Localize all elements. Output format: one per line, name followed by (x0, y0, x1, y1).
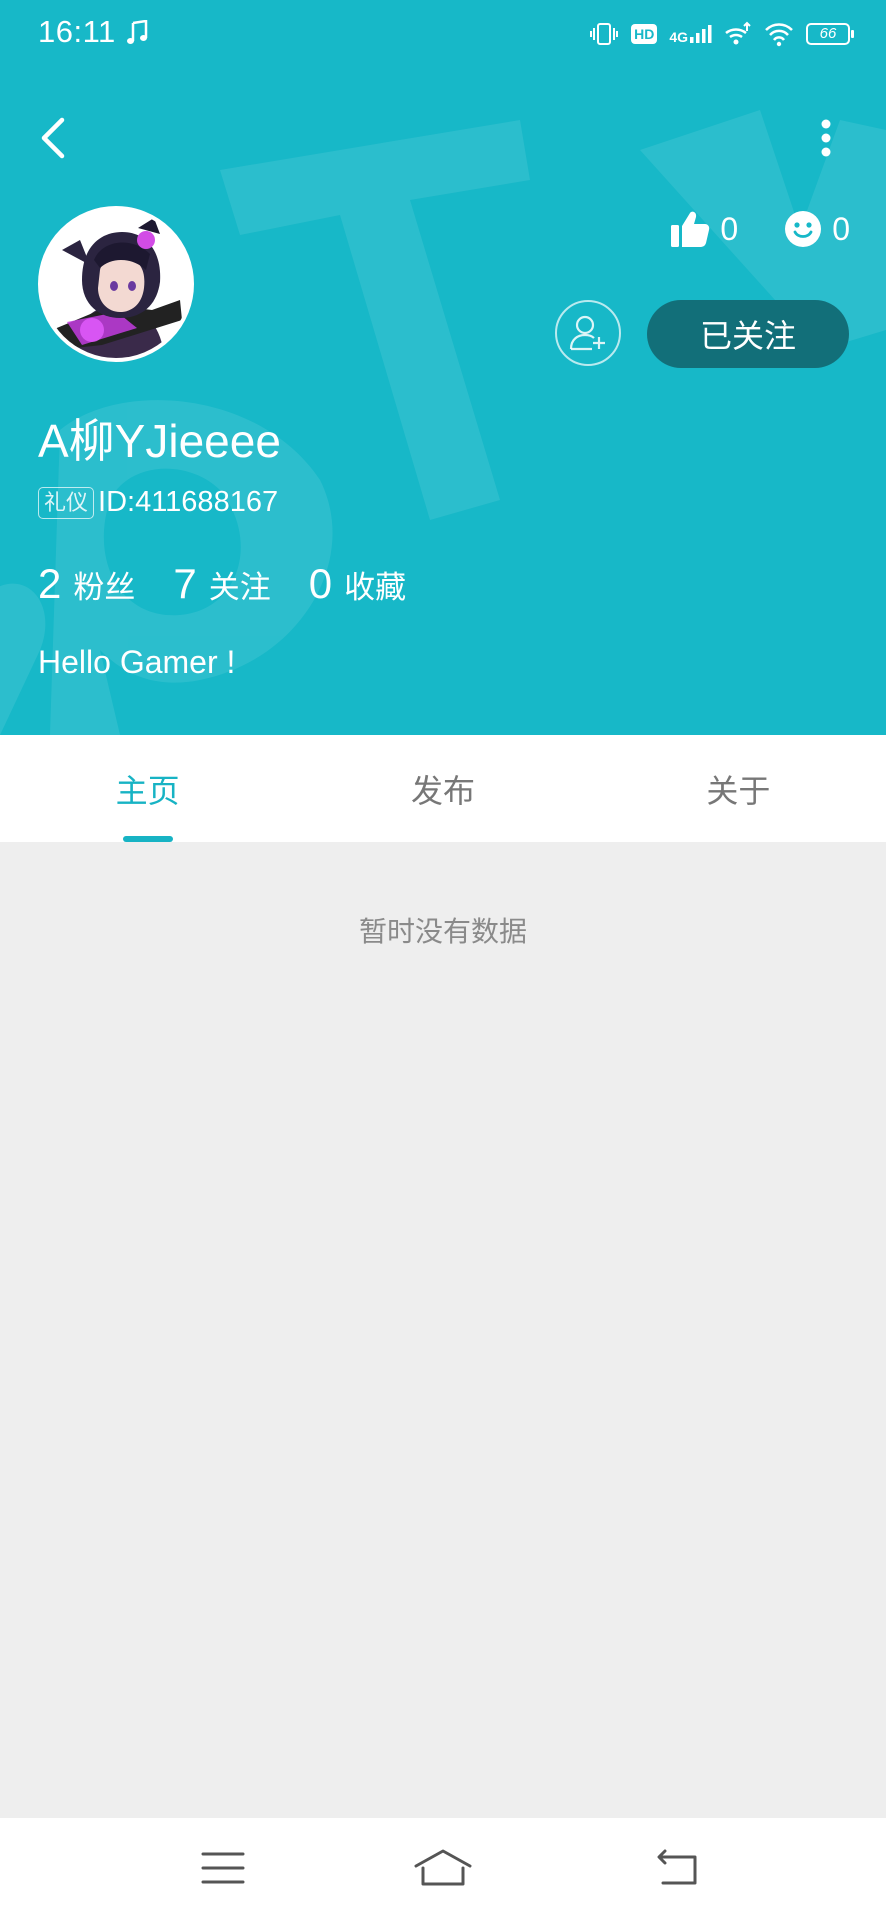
follow-button[interactable]: 已关注 (647, 300, 849, 368)
status-icons: HD 4G 66 (589, 16, 854, 52)
smiley-icon (785, 211, 822, 247)
favorites-count[interactable]: 0 (309, 560, 332, 608)
following-count[interactable]: 7 (173, 560, 196, 608)
username: A柳YJieeee (38, 415, 281, 467)
following-label[interactable]: 关注 (209, 562, 271, 607)
reaction-stat[interactable]: 0 (784, 210, 850, 248)
add-user-icon (569, 315, 605, 351)
thumbs-up-icon (671, 211, 710, 247)
active-tab-indicator (122, 836, 173, 842)
more-vertical-icon (821, 119, 831, 157)
avatar-image (42, 210, 190, 358)
like-stat[interactable]: 0 (670, 210, 738, 248)
network-type: 4G (669, 29, 688, 45)
reaction-stats: 0 0 (670, 210, 850, 248)
system-nav-bar (0, 1818, 886, 1920)
menu-icon (201, 1852, 245, 1884)
tab-about-label: 关于 (706, 772, 771, 809)
like-count: 0 (720, 210, 739, 247)
add-friend-button[interactable] (555, 300, 621, 366)
followers-label[interactable]: 粉丝 (73, 562, 135, 607)
tab-posts[interactable]: 发布 (295, 735, 590, 842)
profile-tabs: 主页 发布 关于 (0, 735, 886, 842)
battery-icon: 66 (806, 23, 854, 45)
favorites-label[interactable]: 收藏 (344, 562, 406, 607)
tab-posts-label: 发布 (410, 772, 475, 809)
user-id: ID:411688167 (98, 486, 279, 518)
back-return-icon (657, 1849, 697, 1885)
home-icon (414, 1849, 472, 1886)
vibrate-icon (590, 23, 619, 45)
nav-menu-button[interactable] (183, 1838, 263, 1898)
reaction-count: 0 (832, 210, 850, 247)
profile-counts: 2 粉丝 7 关注 0 收藏 (38, 560, 444, 608)
tab-about[interactable]: 关于 (591, 735, 886, 842)
wifi-data-icon (725, 21, 751, 45)
user-id-row: 礼仪 ID:411688167 (38, 486, 278, 519)
tab-home-label: 主页 (115, 772, 180, 809)
more-options-button[interactable] (806, 110, 846, 166)
avatar[interactable] (38, 206, 194, 362)
tab-home[interactable]: 主页 (0, 735, 295, 842)
back-button[interactable] (28, 110, 78, 166)
music-note-icon (127, 20, 148, 44)
cell-signal-icon: 4G (669, 23, 712, 45)
back-arrow-icon (41, 117, 65, 159)
status-time: 16:11 (38, 14, 116, 49)
wifi-icon (765, 23, 793, 47)
user-badge[interactable]: 礼仪 (38, 486, 95, 519)
status-bar: 16:11 HD 4G 66 (0, 0, 886, 70)
profile-header: 16:11 HD 4G 66 0 0 已关注 A柳YJieeee 礼仪 ID:4… (0, 0, 886, 735)
nav-home-button[interactable] (403, 1838, 483, 1898)
nav-back-button[interactable] (636, 1838, 716, 1898)
hd-badge: HD (631, 24, 658, 44)
empty-state-text: 暂时没有数据 (358, 916, 527, 947)
followers-count[interactable]: 2 (38, 560, 61, 608)
user-bio: Hello Gamer ! (38, 644, 236, 680)
